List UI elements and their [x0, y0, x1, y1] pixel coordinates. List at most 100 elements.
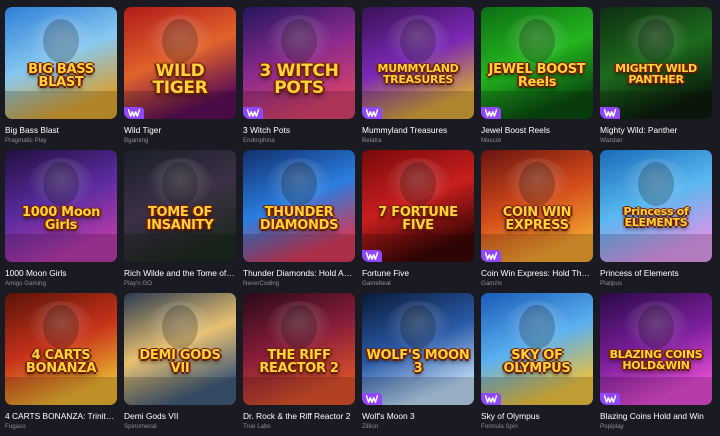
- game-logo: 7 FORTUNE FIVE: [378, 205, 458, 233]
- game-logo: JEWEL BOOST Reels: [488, 62, 586, 90]
- provider-badge: [362, 393, 382, 405]
- game-title[interactable]: Big Bass Blast: [5, 125, 117, 136]
- game-provider: Zillion: [362, 423, 379, 430]
- game-card[interactable]: THUNDER DIAMONDS Thunder Diamonds: Hold …: [243, 150, 355, 293]
- game-provider: Spinomenal: [124, 423, 157, 430]
- game-thumbnail[interactable]: DEMI GODS VII: [124, 293, 236, 405]
- game-logo: THUNDER DIAMONDS: [259, 205, 339, 233]
- w-logo-icon: [485, 252, 497, 260]
- w-logo-icon: [366, 109, 378, 117]
- game-thumbnail[interactable]: MUMMYLAND TREASURES: [362, 7, 474, 119]
- game-thumbnail[interactable]: MIGHTY WILD PANTHER: [600, 7, 712, 119]
- provider-badge: [481, 393, 501, 405]
- game-title[interactable]: 4 CARTS BONANZA: Trinity Series: [5, 411, 117, 422]
- game-logo: THE RIFF REACTOR 2: [259, 348, 339, 376]
- game-thumbnail[interactable]: 3 WITCH POTS: [243, 7, 355, 119]
- game-title[interactable]: Wild Tiger: [124, 125, 236, 136]
- provider-badge: [243, 107, 263, 119]
- game-card[interactable]: 4 CARTS BONANZA 4 CARTS BONANZA: Trinity…: [5, 293, 117, 436]
- game-title[interactable]: Thunder Diamonds: Hold And Win: [243, 268, 355, 279]
- game-card[interactable]: 3 WITCH POTS 3 Witch Pots Endorphina: [243, 7, 355, 150]
- game-thumbnail[interactable]: COIN WIN EXPRESS: [481, 150, 593, 262]
- game-card[interactable]: JEWEL BOOST Reels Jewel Boost Reels Masc…: [481, 7, 593, 150]
- game-provider: Mascot: [481, 137, 501, 144]
- game-card[interactable]: BLAZING COINS HOLD&WIN Blazing Coins Hol…: [600, 293, 712, 436]
- game-provider: Formula Spin: [481, 423, 518, 430]
- game-thumbnail[interactable]: SKY OF OLYMPUS: [481, 293, 593, 405]
- game-provider: Amigo Gaming: [5, 280, 46, 287]
- game-thumbnail[interactable]: 7 FORTUNE FIVE: [362, 150, 474, 262]
- game-title[interactable]: Mummyland Treasures: [362, 125, 474, 136]
- game-card[interactable]: WILD TIGER Wild Tiger Bgaming: [124, 7, 236, 150]
- game-title[interactable]: Wolf's Moon 3: [362, 411, 474, 422]
- game-provider: Wazdan: [600, 137, 623, 144]
- game-title[interactable]: Rich Wilde and the Tome of Insanity: [124, 268, 236, 279]
- game-provider: True Labs: [243, 423, 271, 430]
- game-title[interactable]: Coin Win Express: Hold The Spin: [481, 268, 593, 279]
- game-provider: Fugaso: [5, 423, 26, 430]
- w-logo-icon: [604, 395, 616, 403]
- w-logo-icon: [247, 109, 259, 117]
- game-title[interactable]: Mighty Wild: Panther: [600, 125, 712, 136]
- game-logo: COIN WIN EXPRESS: [502, 205, 572, 233]
- w-logo-icon: [485, 395, 497, 403]
- game-card[interactable]: DEMI GODS VII Demi Gods VII Spinomenal: [124, 293, 236, 436]
- provider-badge: [481, 107, 501, 119]
- game-logo: BIG BASS BLAST: [28, 62, 94, 90]
- provider-badge: [600, 107, 620, 119]
- game-thumbnail[interactable]: WILD TIGER: [124, 7, 236, 119]
- game-card[interactable]: Princess of ELEMENTS Princess of Element…: [600, 150, 712, 293]
- game-thumbnail[interactable]: THUNDER DIAMONDS: [243, 150, 355, 262]
- provider-badge: [362, 107, 382, 119]
- game-card[interactable]: SKY OF OLYMPUS Sky of Olympus Formula Sp…: [481, 293, 593, 436]
- game-title[interactable]: Princess of Elements: [600, 268, 712, 279]
- game-logo: 4 CARTS BONANZA: [25, 348, 97, 376]
- game-card[interactable]: WOLF'S MOON 3 Wolf's Moon 3 Zillion: [362, 293, 474, 436]
- game-thumbnail[interactable]: BLAZING COINS HOLD&WIN: [600, 293, 712, 405]
- game-thumbnail[interactable]: THE RIFF REACTOR 2: [243, 293, 355, 405]
- game-title[interactable]: Demi Gods VII: [124, 411, 236, 422]
- game-logo: SKY OF OLYMPUS: [503, 348, 571, 376]
- game-card[interactable]: COIN WIN EXPRESS Coin Win Express: Hold …: [481, 150, 593, 293]
- game-logo: WOLF'S MOON 3: [366, 348, 470, 376]
- game-thumbnail[interactable]: WOLF'S MOON 3: [362, 293, 474, 405]
- game-logo: 1000 Moon Girls: [21, 205, 101, 233]
- game-grid: BIG BASS BLAST Big Bass Blast Pragmatic …: [5, 7, 712, 436]
- game-provider: Gamzix: [481, 280, 502, 287]
- game-card[interactable]: MIGHTY WILD PANTHER Mighty Wild: Panther…: [600, 7, 712, 150]
- game-thumbnail[interactable]: 1000 Moon Girls: [5, 150, 117, 262]
- game-provider: Pragmatic Play: [5, 137, 47, 144]
- game-card[interactable]: TOME OF INSANITY Rich Wilde and the Tome…: [124, 150, 236, 293]
- game-card[interactable]: 7 FORTUNE FIVE Fortune Five Gamebeat: [362, 150, 474, 293]
- game-logo: 3 WITCH POTS: [259, 61, 339, 98]
- w-logo-icon: [128, 109, 140, 117]
- game-card[interactable]: MUMMYLAND TREASURES Mummyland Treasures …: [362, 7, 474, 150]
- game-thumbnail[interactable]: BIG BASS BLAST: [5, 7, 117, 119]
- game-card[interactable]: THE RIFF REACTOR 2 Dr. Rock & the Riff R…: [243, 293, 355, 436]
- game-thumbnail[interactable]: TOME OF INSANITY: [124, 150, 236, 262]
- game-title[interactable]: Dr. Rock & the Riff Reactor 2: [243, 411, 355, 422]
- game-title[interactable]: 1000 Moon Girls: [5, 268, 117, 279]
- game-card[interactable]: 1000 Moon Girls 1000 Moon Girls Amigo Ga…: [5, 150, 117, 293]
- game-provider: Popiplay: [600, 423, 624, 430]
- game-thumbnail[interactable]: 4 CARTS BONANZA: [5, 293, 117, 405]
- w-logo-icon: [604, 109, 616, 117]
- game-card[interactable]: BIG BASS BLAST Big Bass Blast Pragmatic …: [5, 7, 117, 150]
- game-provider: Bgaming: [124, 137, 149, 144]
- game-logo: MUMMYLAND TREASURES: [377, 62, 459, 86]
- game-provider: Platipus: [600, 280, 623, 287]
- game-logo: BLAZING COINS HOLD&WIN: [609, 348, 703, 372]
- game-title[interactable]: Fortune Five: [362, 268, 474, 279]
- provider-badge: [362, 250, 382, 262]
- game-title[interactable]: Jewel Boost Reels: [481, 125, 593, 136]
- game-provider: Gamebeat: [362, 280, 391, 287]
- w-logo-icon: [485, 109, 497, 117]
- game-title[interactable]: 3 Witch Pots: [243, 125, 355, 136]
- game-logo: WILD TIGER: [152, 61, 208, 98]
- game-logo: Princess of ELEMENTS: [623, 205, 689, 229]
- game-provider: Play'n GO: [124, 280, 153, 287]
- game-title[interactable]: Blazing Coins Hold and Win: [600, 411, 712, 422]
- game-thumbnail[interactable]: Princess of ELEMENTS: [600, 150, 712, 262]
- game-title[interactable]: Sky of Olympus: [481, 411, 593, 422]
- game-thumbnail[interactable]: JEWEL BOOST Reels: [481, 7, 593, 119]
